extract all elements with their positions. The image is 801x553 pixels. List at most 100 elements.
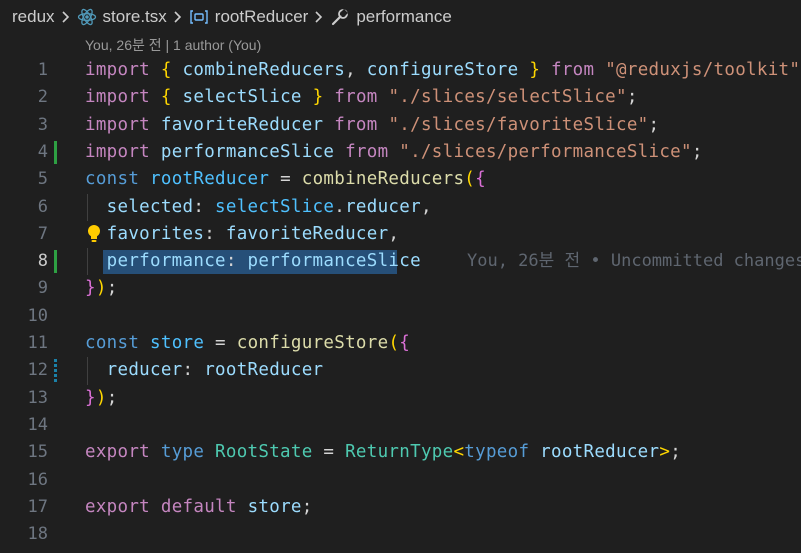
line-number: 1 xyxy=(37,60,48,80)
code-token: configureStore xyxy=(236,333,389,353)
code-line[interactable]: 10 xyxy=(0,303,801,330)
code-line[interactable]: 12 reducer: rootReducer xyxy=(0,357,801,385)
code-line[interactable]: 2 import { selectSlice } from "./slices/s… xyxy=(0,84,801,111)
code-line[interactable]: 9}); xyxy=(0,275,801,302)
code-token: > xyxy=(659,442,671,463)
code-line[interactable]: 8 performance: performanceSlice You, 26분 … xyxy=(0,248,801,276)
line-number: 11 xyxy=(27,333,48,353)
code-line[interactable]: 7 favorites: favoriteReducer, xyxy=(0,221,801,248)
code-token: "./slices/favoriteSlice" xyxy=(388,114,649,135)
code-token: from xyxy=(334,87,378,108)
code-line[interactable]: 5 const rootReducer = combineReducers({ xyxy=(0,166,801,193)
variable-icon xyxy=(189,8,209,26)
code-token: rootReducer xyxy=(150,169,270,190)
lightbulb-icon[interactable] xyxy=(86,224,102,244)
code-text[interactable]: import { combineReducers, configureStore… xyxy=(85,57,801,84)
code-token: ; xyxy=(670,442,682,463)
code-text[interactable]: const store = configureStore({ xyxy=(85,330,410,357)
code-token: "./slices/performanceSlice" xyxy=(399,141,692,162)
breadcrumb-folder-label: redux xyxy=(12,6,55,26)
code-text[interactable]: const rootReducer = combineReducers({ xyxy=(85,166,486,193)
code-line[interactable]: 16 xyxy=(0,467,801,494)
code-token: performanceSlice xyxy=(247,251,421,272)
breadcrumb-item-property[interactable]: performance xyxy=(330,7,452,27)
code-token: { xyxy=(475,169,486,190)
code-text[interactable]: selected: selectSlice.reducer, xyxy=(85,194,432,221)
code-token: from xyxy=(551,60,595,80)
code-line[interactable]: 6 selected: selectSlice.reducer, xyxy=(0,193,801,221)
code-text[interactable]: }); xyxy=(85,385,118,412)
line-number: 16 xyxy=(27,469,48,490)
line-number: 2 xyxy=(37,87,48,108)
chevron-right-icon xyxy=(314,10,324,24)
code-token: { xyxy=(160,60,172,80)
git-added-marker[interactable] xyxy=(54,250,57,274)
code-token: "@reduxjs/toolkit" xyxy=(605,60,801,80)
code-token: rootReducer xyxy=(204,360,324,381)
code-text[interactable]: export type RootState = ReturnType<typeo… xyxy=(85,439,681,466)
breadcrumb-item-folder[interactable]: redux xyxy=(12,7,55,27)
code-line[interactable]: 13}); xyxy=(0,385,801,412)
line-number: 4 xyxy=(37,141,48,162)
code-token: = xyxy=(269,169,302,190)
code-line[interactable]: 18 xyxy=(0,521,801,548)
code-token: : xyxy=(204,223,226,244)
line-number: 9 xyxy=(37,278,48,299)
code-token: { xyxy=(160,87,172,108)
code-token: . xyxy=(334,196,346,217)
code-token: ; xyxy=(648,114,660,135)
codelens-blame-header[interactable]: You, 26분 전 | 1 author (You) xyxy=(85,35,261,55)
inline-blame[interactable]: You, 26분 전 • Uncommitted changes xyxy=(467,248,801,275)
code-token: performance xyxy=(106,251,226,272)
code-token: : xyxy=(193,196,216,217)
react-icon xyxy=(77,7,97,27)
code-text[interactable]: performance: performanceSlice xyxy=(85,248,421,275)
code-text[interactable]: import performanceSlice from "./slices/p… xyxy=(85,139,703,166)
code-token: const xyxy=(85,169,140,190)
code-token: favoriteReducer xyxy=(160,114,324,135)
code-token: store xyxy=(247,496,302,517)
code-text[interactable]: export default store; xyxy=(85,494,313,521)
code-token: combineReducers xyxy=(182,60,346,80)
breadcrumb-item-file[interactable]: store.tsx xyxy=(77,7,167,27)
wrench-icon xyxy=(330,7,350,27)
code-token: { xyxy=(399,333,411,353)
code-text[interactable]: favorites: favoriteReducer, xyxy=(85,221,399,248)
code-line[interactable]: 4 import performanceSlice from "./slices/… xyxy=(0,139,801,166)
code-token: = xyxy=(204,333,237,353)
code-token: , xyxy=(388,223,400,244)
git-added-marker[interactable] xyxy=(54,140,57,164)
breadcrumb-item-variable[interactable]: rootReducer xyxy=(189,6,309,27)
code-text[interactable]: import favoriteReducer from "./slices/fa… xyxy=(85,112,659,139)
code-token: , xyxy=(345,60,367,80)
code-line[interactable]: 3 import favoriteReducer from "./slices/f… xyxy=(0,112,801,139)
code-line[interactable]: 17 export default store; xyxy=(0,494,801,521)
code-line[interactable]: 15 export type RootState = ReturnType<typ… xyxy=(0,439,801,466)
code-editor[interactable]: 1 import { combineReducers, configureStor… xyxy=(0,57,801,553)
breadcrumb-file-label: store.tsx xyxy=(102,6,167,26)
code-text[interactable]: import { selectSlice } from "./slices/se… xyxy=(85,84,638,111)
code-text[interactable]: }); xyxy=(85,275,118,302)
code-token: ) xyxy=(95,387,107,408)
code-token: ; xyxy=(626,87,638,108)
code-token: import xyxy=(85,141,151,162)
code-line[interactable]: 11 const store = configureStore({ xyxy=(0,330,801,357)
code-token: from xyxy=(345,141,389,162)
breadcrumb-variable-label: rootReducer xyxy=(214,6,309,26)
code-line[interactable]: 1 import { combineReducers, configureStor… xyxy=(0,57,801,84)
code-token: reducer xyxy=(345,196,421,217)
code-text[interactable]: reducer: rootReducer xyxy=(85,357,323,384)
git-modified-marker[interactable] xyxy=(54,359,57,383)
code-line[interactable]: 14 xyxy=(0,412,801,439)
breadcrumb: redux store.tsx rootReducer performance xyxy=(0,0,801,33)
